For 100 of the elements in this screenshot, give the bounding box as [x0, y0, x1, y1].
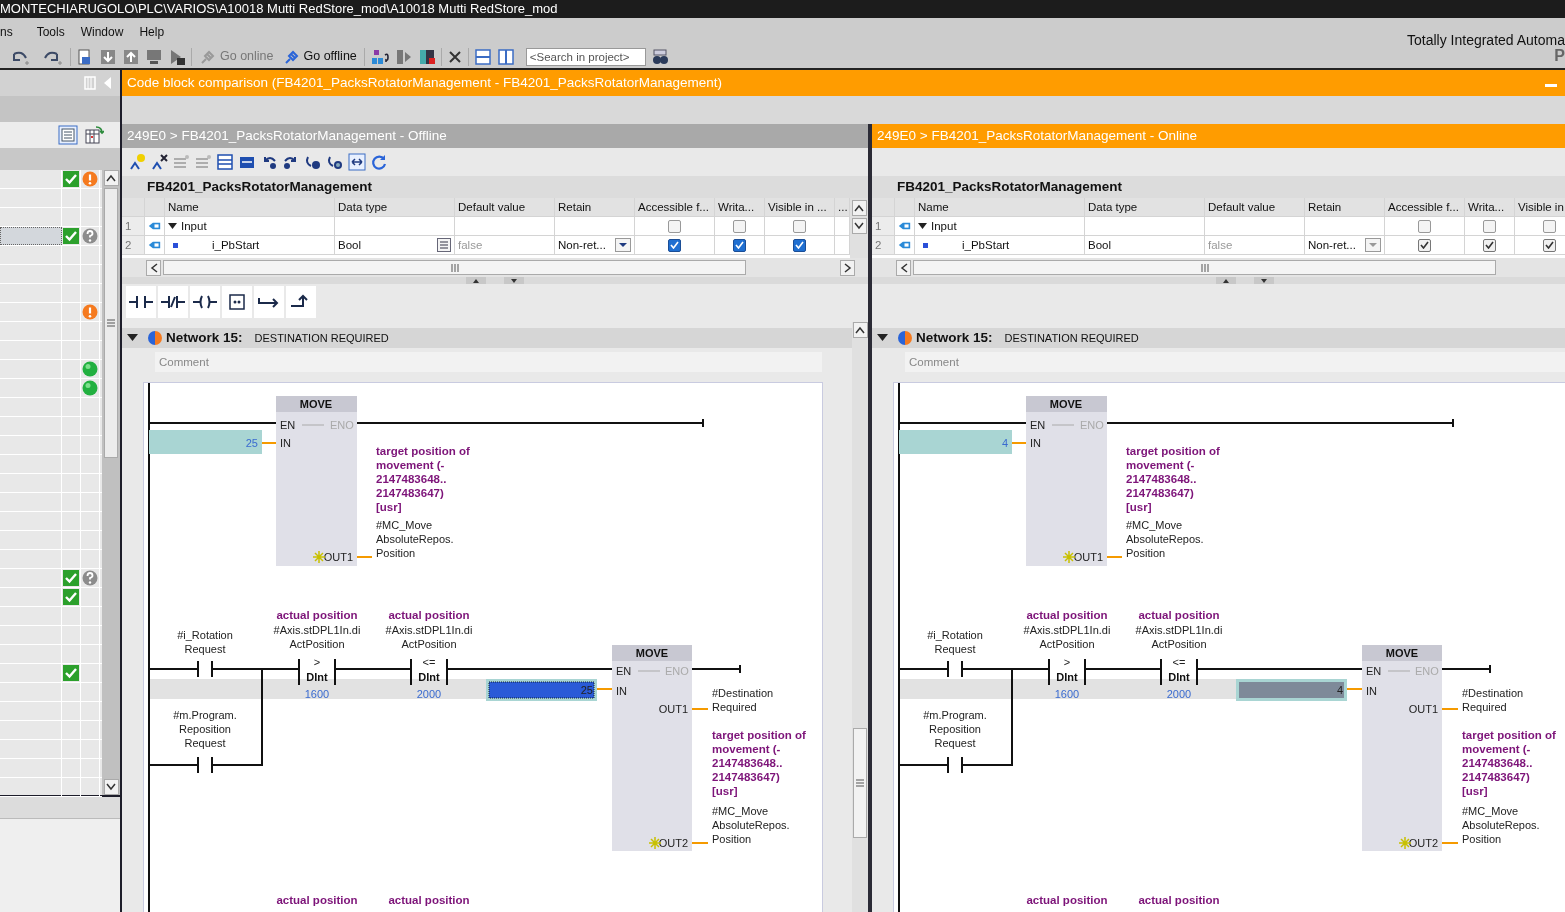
grip-icon [107, 319, 115, 327]
table-export-icon[interactable] [84, 125, 104, 145]
close-icon[interactable] [446, 48, 463, 65]
splitter-up-icon[interactable] [466, 277, 486, 284]
scroll-thumb[interactable] [853, 728, 867, 838]
scroll-down-button[interactable] [851, 218, 867, 234]
chevron-right-icon [843, 262, 852, 273]
coil-button[interactable] [190, 286, 220, 318]
column-header[interactable]: Name [915, 198, 1085, 217]
column-header[interactable]: ... [835, 198, 850, 217]
binoculars-icon[interactable] [650, 47, 669, 66]
checkbox[interactable] [1543, 238, 1556, 252]
scroll-thumb[interactable] [913, 260, 1496, 275]
contact-symbol [197, 756, 213, 774]
scroll-right-button[interactable] [840, 259, 855, 276]
scroll-up-button[interactable] [852, 322, 868, 338]
menu-item[interactable]: Window [72, 22, 132, 41]
split-vertical-icon[interactable] [496, 47, 515, 66]
checkbox[interactable] [793, 238, 806, 252]
menu-item[interactable]: Help [131, 22, 173, 41]
checkbox[interactable] [733, 238, 746, 252]
checkbox[interactable] [1418, 238, 1431, 252]
refresh-icon[interactable] [370, 153, 388, 171]
column-header[interactable]: Data type [1085, 198, 1205, 217]
column-header[interactable]: Accessible f... [635, 198, 715, 217]
member-icon [173, 242, 178, 248]
collapse-arrow-icon[interactable] [918, 222, 927, 230]
operator-label: <= [422, 656, 436, 668]
go-offline-button[interactable]: Go offline [280, 47, 359, 66]
operand-name: #Axis.stDPL1In.di ActPosition [1023, 624, 1111, 650]
return-button[interactable] [286, 286, 316, 318]
scroll-thumb[interactable] [163, 260, 746, 275]
splitter-down-icon[interactable] [504, 277, 524, 284]
delete-row-icon[interactable] [150, 153, 168, 171]
column-header[interactable]: Name [165, 198, 335, 217]
upload-icon[interactable] [122, 47, 140, 66]
comparator-symbol [1048, 658, 1086, 686]
scroll-thumb[interactable] [104, 188, 118, 458]
splitter-down-icon[interactable] [1254, 277, 1274, 284]
data-type: Bool [1088, 238, 1112, 253]
column-header[interactable]: Writa... [1465, 198, 1515, 217]
split-horizontal-icon[interactable] [473, 47, 492, 66]
runtime-icon[interactable] [168, 47, 186, 66]
operand-comment: actual position [276, 894, 358, 906]
insert-row-icon[interactable] [128, 153, 146, 171]
row-number: 2 [875, 238, 882, 253]
start-icon[interactable] [394, 47, 413, 66]
column-header[interactable]: Default value [1205, 198, 1305, 217]
column-header[interactable]: Accessible f... [1385, 198, 1465, 217]
search-field[interactable]: <Search in project> [525, 47, 646, 66]
pin-label: OUT1 [658, 703, 688, 715]
empty-box-button[interactable] [222, 286, 252, 318]
checkbox[interactable] [1543, 219, 1556, 233]
list-view-icon[interactable] [58, 125, 78, 145]
connector-line [1346, 688, 1363, 690]
dropdown-icon[interactable] [615, 238, 631, 252]
comparator-symbol [1160, 658, 1198, 686]
type-list-icon[interactable] [437, 238, 451, 252]
connector-line [261, 442, 277, 444]
expand-rows-icon[interactable] [216, 153, 234, 171]
checkbox[interactable] [793, 219, 806, 233]
scroll-down-button[interactable] [103, 779, 119, 795]
checkbox[interactable] [1483, 219, 1496, 233]
scroll-up-button[interactable] [851, 200, 867, 216]
negated-contact-button[interactable] [158, 286, 188, 318]
diagnostics-icon[interactable] [369, 47, 390, 66]
network-subtitle: DESTINATION REQUIRED [1004, 330, 1139, 346]
column-header[interactable]: Visible in [1515, 198, 1565, 217]
splitter-up-icon[interactable] [1216, 277, 1236, 284]
menu-item[interactable]: Tools [28, 22, 73, 41]
pin-label: ENO [1415, 665, 1439, 677]
checkbox[interactable] [1483, 238, 1496, 252]
scroll-left-button[interactable] [896, 259, 911, 276]
contact-button[interactable] [126, 286, 156, 318]
scroll-up-button[interactable] [103, 170, 119, 186]
column-header[interactable]: Retain [1305, 198, 1385, 217]
checkbox[interactable] [668, 219, 681, 233]
stop-icon[interactable] [417, 47, 436, 66]
monitor-icon[interactable] [145, 47, 163, 66]
column-header[interactable]: Retain [555, 198, 635, 217]
checkbox[interactable] [1418, 219, 1431, 233]
collapse-arrow-icon[interactable] [168, 222, 177, 230]
checkbox[interactable] [668, 238, 681, 252]
column-header[interactable]: Default value [455, 198, 555, 217]
column-header[interactable]: Data type [335, 198, 455, 217]
operand-comment: actual position [276, 609, 358, 621]
jump-button[interactable] [254, 286, 284, 318]
pane-title: 249E0 > FB4201_PacksRotatorManagement - Online [872, 124, 1565, 148]
menu-item[interactable]: ns [0, 22, 21, 41]
operand-field[interactable]: 4 [1236, 679, 1347, 701]
column-header[interactable]: Writa... [715, 198, 765, 217]
column-header[interactable]: Visible in ... [765, 198, 835, 217]
collapse-arrow-icon[interactable] [877, 334, 888, 342]
synchronize-scroll-icon[interactable] [348, 153, 366, 171]
collapse-arrow-icon[interactable] [127, 334, 138, 342]
connector-line [1106, 556, 1123, 558]
checkbox[interactable] [733, 219, 746, 233]
scroll-left-button[interactable] [146, 259, 161, 276]
star-icon [1062, 550, 1076, 564]
download-icon[interactable] [99, 47, 117, 66]
